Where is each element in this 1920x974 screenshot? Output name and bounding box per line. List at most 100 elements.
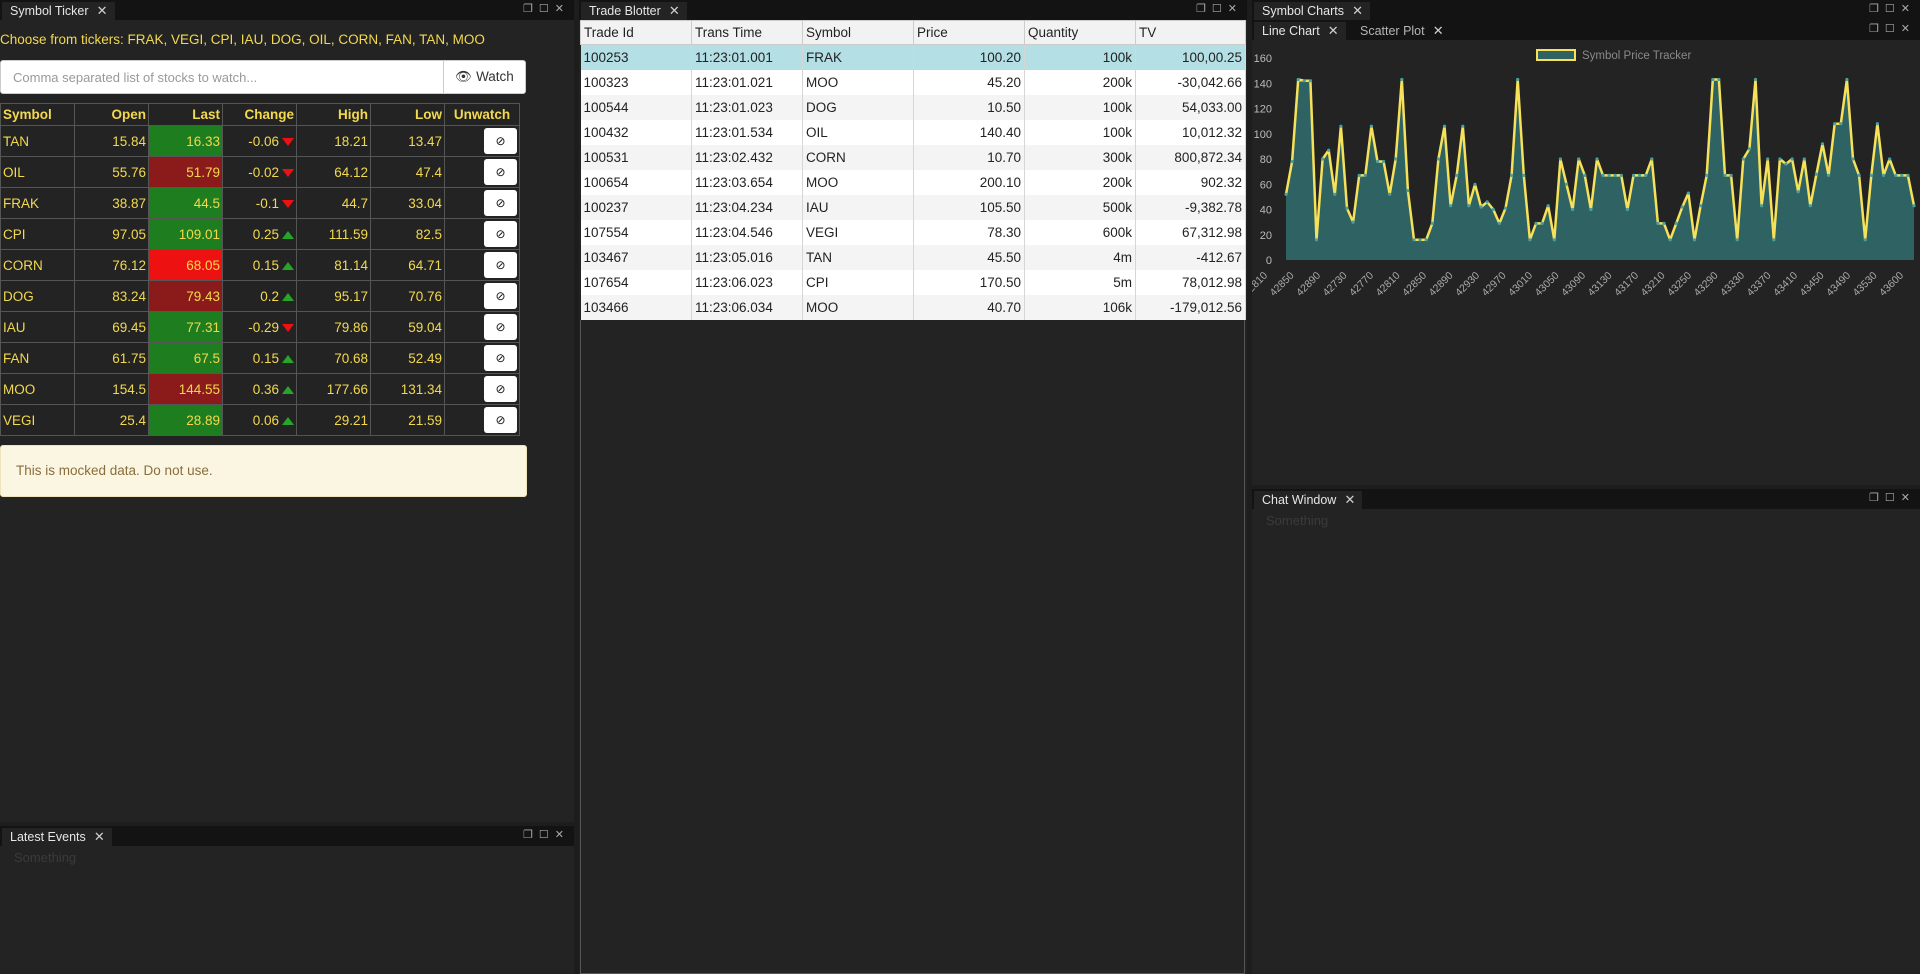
column-header[interactable]: Price	[913, 20, 1025, 45]
cell-id: 107554	[580, 219, 692, 245]
data-point	[1705, 173, 1709, 177]
cell-price: 78.30	[913, 219, 1025, 245]
data-point	[1802, 157, 1806, 161]
data-point	[1369, 124, 1373, 128]
x-tick-label: 43130	[1585, 270, 1614, 299]
ticker-last: 51.79	[148, 156, 223, 188]
watch-input[interactable]	[1, 61, 443, 93]
tab-trade-blotter[interactable]: Trade Blotter ✕	[581, 2, 687, 20]
unwatch-button[interactable]: ⊘	[484, 159, 517, 185]
table-row[interactable]: 100237 11:23:04.234 IAU 105.50 500k -9,382.78	[580, 194, 1246, 220]
arrow-up-icon	[282, 416, 294, 425]
close-icon[interactable]: ✕	[1228, 3, 1243, 15]
maximize-icon[interactable]: ☐	[539, 829, 555, 841]
tab-line-chart[interactable]: Line Chart ✕	[1254, 22, 1346, 40]
unwatch-button[interactable]: ⊘	[484, 376, 517, 402]
window-controls[interactable]: ❐☐✕	[1869, 491, 1916, 504]
window-controls[interactable]: ❐☐✕	[523, 2, 570, 15]
column-header[interactable]: Symbol	[802, 20, 914, 45]
data-point	[1766, 157, 1770, 161]
data-point	[1869, 173, 1873, 177]
restore-icon[interactable]: ❐	[1196, 3, 1212, 15]
unwatch-button[interactable]: ⊘	[484, 407, 517, 433]
restore-icon[interactable]: ❐	[1869, 492, 1885, 504]
table-row[interactable]: 100654 11:23:03.654 MOO 200.10 200k 902.32	[580, 169, 1246, 195]
tab-symbol-charts[interactable]: Symbol Charts ✕	[1254, 2, 1370, 20]
tab-chat-window[interactable]: Chat Window ✕	[1254, 491, 1363, 509]
ticker-change: 0.36	[252, 381, 279, 397]
unwatch-button[interactable]: ⊘	[484, 221, 517, 247]
maximize-icon[interactable]: ☐	[1885, 3, 1901, 15]
maximize-icon[interactable]: ☐	[1885, 492, 1901, 504]
x-tick-label: 43490	[1824, 270, 1853, 299]
cell-qty: 100k	[1024, 119, 1136, 145]
window-controls[interactable]: ❐☐✕	[523, 828, 570, 841]
close-icon[interactable]: ✕	[94, 828, 105, 846]
window-controls[interactable]: ❐☐✕	[1869, 22, 1916, 35]
cell-qty: 5m	[1024, 269, 1136, 295]
close-icon[interactable]: ✕	[1352, 2, 1363, 20]
tab-latest-events[interactable]: Latest Events ✕	[2, 828, 112, 846]
data-point	[1668, 238, 1672, 242]
ticker-high: 29.21	[296, 404, 371, 436]
x-tick-label: 43050	[1532, 270, 1561, 299]
close-icon[interactable]: ✕	[1433, 22, 1444, 40]
table-row[interactable]: 100531 11:23:02.432 CORN 10.70 300k 800,872.3…	[580, 144, 1246, 170]
arrow-up-icon	[282, 261, 294, 270]
unwatch-button[interactable]: ⊘	[484, 345, 517, 371]
data-point	[1674, 221, 1678, 225]
unwatch-button[interactable]: ⊘	[484, 128, 517, 154]
restore-icon[interactable]: ❐	[1869, 3, 1885, 15]
column-header[interactable]: Quantity	[1024, 20, 1136, 45]
arrow-up-icon	[282, 230, 294, 239]
close-icon[interactable]: ✕	[1901, 3, 1916, 15]
cell-price: 45.20	[913, 69, 1025, 95]
maximize-icon[interactable]: ☐	[539, 3, 555, 15]
maximize-icon[interactable]: ☐	[1212, 3, 1228, 15]
column-header[interactable]: Trade Id	[580, 20, 692, 45]
arrow-down-icon	[282, 168, 294, 177]
table-row[interactable]: 100253 11:23:01.001 FRAK 100.20 100k 100,00.2…	[580, 44, 1246, 70]
data-point	[1692, 238, 1697, 242]
tab-label: Symbol Ticker	[10, 4, 89, 18]
unwatch-button[interactable]: ⊘	[484, 314, 517, 340]
close-icon[interactable]: ✕	[1901, 492, 1916, 504]
window-controls[interactable]: ❐☐✕	[1196, 2, 1243, 15]
close-icon[interactable]: ✕	[1328, 22, 1339, 40]
ticker-symbol: VEGI	[0, 404, 75, 436]
ticker-open: 69.45	[74, 311, 149, 343]
maximize-icon[interactable]: ☐	[1885, 23, 1901, 35]
table-row[interactable]: 100432 11:23:01.534 OIL 140.40 100k 10,012.32	[580, 119, 1246, 145]
close-icon[interactable]: ✕	[669, 2, 680, 20]
column-header[interactable]: TV	[1135, 20, 1246, 45]
close-icon[interactable]: ✕	[97, 2, 108, 20]
data-point	[1540, 221, 1544, 225]
ticker-change: 0.15	[252, 350, 279, 366]
unwatch-button[interactable]: ⊘	[484, 252, 517, 278]
restore-icon[interactable]: ❐	[523, 3, 539, 15]
table-row[interactable]: 103467 11:23:05.016 TAN 45.50 4m -412.67	[580, 244, 1246, 270]
table-row[interactable]: 100544 11:23:01.023 DOG 10.50 100k 54,033.00	[580, 94, 1246, 120]
close-icon[interactable]: ✕	[1344, 491, 1355, 509]
close-icon[interactable]: ✕	[555, 3, 570, 15]
cell-time: 11:23:04.546	[691, 219, 803, 245]
table-row[interactable]: 107554 11:23:04.546 VEGI 78.30 600k 67,312.98	[580, 219, 1246, 245]
tab-symbol-ticker[interactable]: Symbol Ticker ✕	[2, 2, 115, 20]
watch-button[interactable]: 👁 Watch	[443, 61, 525, 93]
close-icon[interactable]: ✕	[555, 829, 570, 841]
data-point	[1875, 122, 1879, 126]
column-header[interactable]: Trans Time	[691, 20, 803, 45]
close-icon[interactable]: ✕	[1901, 23, 1916, 35]
unwatch-button[interactable]: ⊘	[484, 190, 517, 216]
tab-scatter-plot[interactable]: Scatter Plot ✕	[1352, 22, 1451, 40]
unwatch-button[interactable]: ⊘	[484, 283, 517, 309]
table-row[interactable]: 107654 11:23:06.023 CPI 170.50 5m 78,012.98	[580, 269, 1246, 295]
restore-icon[interactable]: ❐	[523, 829, 539, 841]
restore-icon[interactable]: ❐	[1869, 23, 1885, 35]
data-point	[1485, 200, 1489, 204]
table-row[interactable]: 100323 11:23:01.021 MOO 45.20 200k -30,042.66	[580, 69, 1246, 95]
window-controls[interactable]: ❐☐✕	[1869, 2, 1916, 15]
cell-time: 11:23:01.001	[691, 44, 803, 70]
table-row[interactable]: 103466 11:23:06.034 MOO 40.70 106k -179,012.5…	[580, 294, 1246, 320]
cell-price: 170.50	[913, 269, 1025, 295]
